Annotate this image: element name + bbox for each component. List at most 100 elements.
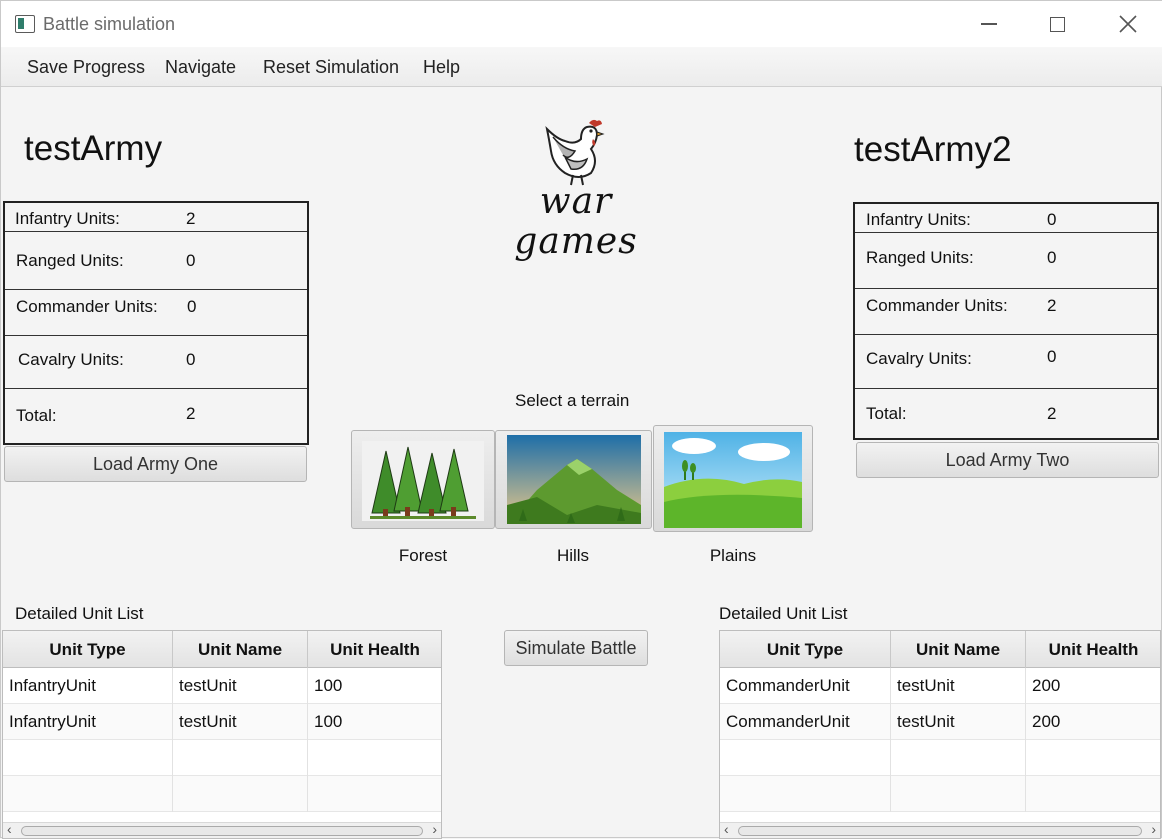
menu-save-progress[interactable]: Save Progress bbox=[27, 57, 145, 78]
cell-unit-name: testUnit bbox=[891, 668, 1026, 704]
column-header-unit-type[interactable]: Unit Type bbox=[720, 631, 891, 668]
plains-icon bbox=[664, 432, 802, 528]
close-icon bbox=[1119, 15, 1137, 33]
chicken-icon bbox=[545, 119, 605, 186]
column-header-unit-name[interactable]: Unit Name bbox=[173, 631, 308, 668]
maximize-button[interactable] bbox=[1034, 9, 1080, 39]
stat-value: 2 bbox=[1047, 404, 1057, 423]
table-header: Unit Type Unit Name Unit Health bbox=[3, 631, 441, 668]
stat-row-ranged: Ranged Units: 0 bbox=[855, 233, 1157, 289]
table-row-empty bbox=[3, 740, 441, 776]
title-bar: Battle simulation bbox=[1, 1, 1162, 47]
cell-unit-health: 200 bbox=[1026, 704, 1160, 740]
empty-cell bbox=[173, 740, 308, 776]
cell-unit-type: CommanderUnit bbox=[720, 668, 891, 704]
stat-row-total: Total: 2 bbox=[5, 389, 307, 445]
column-header-unit-name[interactable]: Unit Name bbox=[891, 631, 1026, 668]
table-row-empty bbox=[3, 776, 441, 812]
stat-value: 0 bbox=[187, 297, 197, 316]
table-row[interactable]: InfantryUnit testUnit 100 bbox=[3, 668, 441, 704]
terrain-plains-button[interactable] bbox=[653, 425, 813, 532]
cell-unit-health: 100 bbox=[308, 704, 441, 740]
column-header-unit-health[interactable]: Unit Health bbox=[308, 631, 441, 668]
column-header-unit-health[interactable]: Unit Health bbox=[1026, 631, 1160, 668]
cell-unit-health: 100 bbox=[308, 668, 441, 704]
stat-value: 0 bbox=[186, 350, 196, 369]
minimize-icon bbox=[981, 23, 997, 25]
forest-icon bbox=[362, 441, 484, 521]
cell-unit-name: testUnit bbox=[173, 704, 308, 740]
table-row[interactable]: InfantryUnit testUnit 100 bbox=[3, 704, 441, 740]
army-two-list-label: Detailed Unit List bbox=[719, 604, 848, 623]
terrain-forest-button[interactable] bbox=[351, 430, 495, 529]
load-army-two-button[interactable]: Load Army Two bbox=[856, 442, 1159, 478]
scroll-left-icon[interactable]: ‹ bbox=[7, 821, 12, 837]
cell-unit-name: testUnit bbox=[173, 668, 308, 704]
stat-row-ranged: Ranged Units: 0 bbox=[5, 232, 307, 290]
stat-row-cavalry: Cavalry Units: 0 bbox=[5, 336, 307, 389]
terrain-heading: Select a terrain bbox=[515, 391, 630, 410]
empty-cell bbox=[308, 776, 441, 812]
menu-help[interactable]: Help bbox=[423, 57, 460, 78]
horizontal-scrollbar[interactable]: ‹ › bbox=[3, 821, 441, 838]
army-one-unit-table[interactable]: Unit Type Unit Name Unit Health Infantry… bbox=[2, 630, 442, 839]
simulate-battle-button[interactable]: Simulate Battle bbox=[504, 630, 648, 666]
menu-reset-simulation[interactable]: Reset Simulation bbox=[263, 57, 399, 78]
minimize-button[interactable] bbox=[966, 9, 1012, 39]
terrain-label-plains: Plains bbox=[709, 546, 757, 565]
empty-cell bbox=[720, 740, 891, 776]
window-title: Battle simulation bbox=[43, 14, 176, 34]
terrain-hills-button[interactable] bbox=[495, 430, 652, 529]
scroll-right-icon[interactable]: › bbox=[432, 821, 437, 837]
menu-navigate[interactable]: Navigate bbox=[165, 57, 236, 78]
load-army-one-button[interactable]: Load Army One bbox=[4, 446, 307, 482]
scrollbar-thumb[interactable] bbox=[21, 826, 423, 836]
terrain-label-hills: Hills bbox=[556, 546, 590, 565]
menu-bar: Save Progress Navigate Reset Simulation … bbox=[1, 47, 1162, 87]
stat-label: Commander Units: bbox=[16, 297, 158, 316]
stat-value: 0 bbox=[1047, 248, 1057, 267]
stat-value: 2 bbox=[1047, 296, 1057, 315]
scroll-right-icon[interactable]: › bbox=[1151, 821, 1156, 837]
cell-unit-name: testUnit bbox=[891, 704, 1026, 740]
close-button[interactable] bbox=[1105, 9, 1151, 39]
app-icon bbox=[15, 15, 35, 33]
table-row-empty bbox=[720, 740, 1160, 776]
army-one-name: testArmy bbox=[24, 129, 163, 168]
logo-war: war bbox=[539, 181, 613, 222]
stat-label: Infantry Units: bbox=[866, 210, 971, 229]
cell-unit-health: 200 bbox=[1026, 668, 1160, 704]
empty-cell bbox=[891, 740, 1026, 776]
stat-label: Cavalry Units: bbox=[18, 350, 124, 369]
table-row[interactable]: CommanderUnit testUnit 200 bbox=[720, 668, 1160, 704]
scroll-left-icon[interactable]: ‹ bbox=[724, 821, 729, 837]
stat-row-total: Total: 2 bbox=[855, 389, 1157, 440]
table-row-empty bbox=[720, 776, 1160, 812]
empty-cell bbox=[3, 776, 173, 812]
stat-value: 0 bbox=[186, 251, 196, 270]
hills-icon bbox=[507, 435, 641, 524]
battle-simulation-window: Battle simulation Save Progress Navigate… bbox=[0, 0, 1162, 839]
horizontal-scrollbar[interactable]: ‹ › bbox=[720, 821, 1160, 838]
stat-label: Commander Units: bbox=[866, 296, 1008, 315]
army-two-unit-table[interactable]: Unit Type Unit Name Unit Health Commande… bbox=[719, 630, 1161, 839]
stat-label: Infantry Units: bbox=[15, 209, 120, 228]
army-one-list-label: Detailed Unit List bbox=[15, 604, 144, 623]
army-one-stats: Infantry Units: 2 Ranged Units: 0 Comman… bbox=[3, 201, 309, 445]
maximize-icon bbox=[1049, 16, 1065, 32]
stat-label: Total: bbox=[866, 404, 907, 423]
cell-unit-type: CommanderUnit bbox=[720, 704, 891, 740]
stat-label: Total: bbox=[16, 406, 57, 425]
army-two-name: testArmy2 bbox=[854, 130, 1012, 169]
column-header-unit-type[interactable]: Unit Type bbox=[3, 631, 173, 668]
stat-row-infantry: Infantry Units: 2 bbox=[5, 203, 307, 232]
empty-cell bbox=[3, 740, 173, 776]
empty-cell bbox=[308, 740, 441, 776]
table-header: Unit Type Unit Name Unit Health bbox=[720, 631, 1160, 668]
scrollbar-thumb[interactable] bbox=[738, 826, 1142, 836]
table-row[interactable]: CommanderUnit testUnit 200 bbox=[720, 704, 1160, 740]
stat-value: 0 bbox=[1047, 347, 1057, 366]
army-two-stats: Infantry Units: 0 Ranged Units: 0 Comman… bbox=[853, 202, 1159, 440]
cell-unit-type: InfantryUnit bbox=[3, 704, 173, 740]
stat-value: 0 bbox=[1047, 210, 1057, 229]
